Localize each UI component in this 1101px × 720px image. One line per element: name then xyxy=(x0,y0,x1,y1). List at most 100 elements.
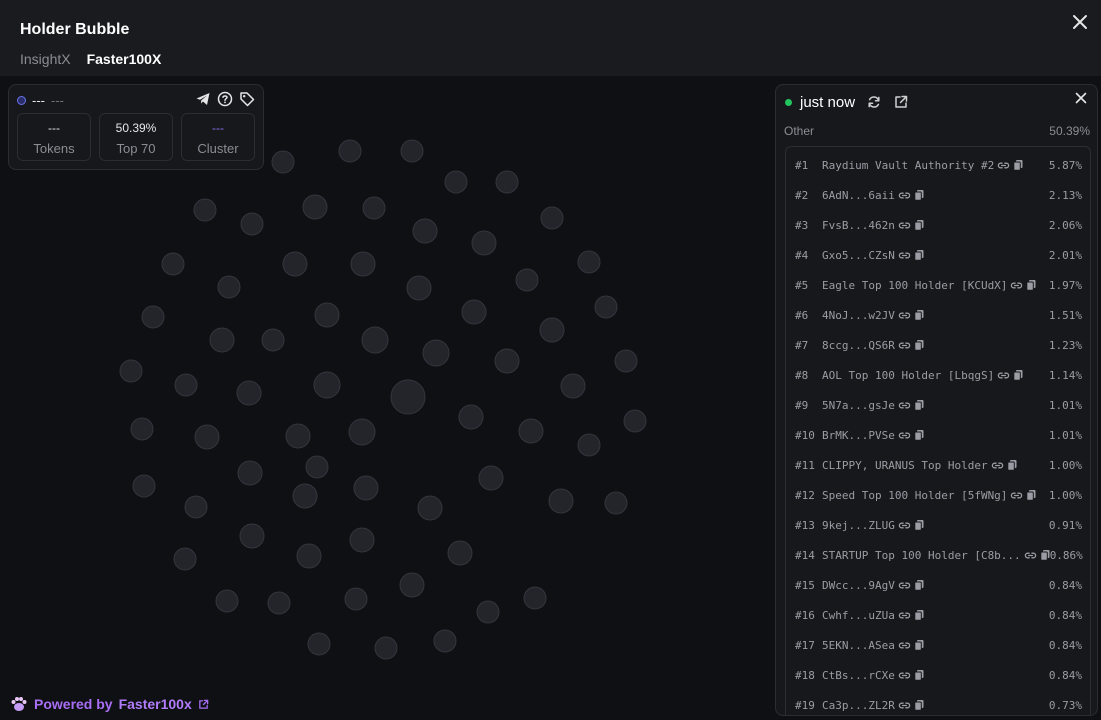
holder-bubble[interactable] xyxy=(271,150,295,174)
copy-icon[interactable] xyxy=(914,339,924,351)
holder-bubble[interactable] xyxy=(194,424,220,450)
holder-row[interactable]: #3 FvsB...462n 2.06% xyxy=(786,215,1090,235)
holder-row[interactable]: #5 Eagle Top 100 Holder [KCUdX] 1.97% xyxy=(786,275,1090,295)
holder-bubble[interactable] xyxy=(141,305,165,329)
holder-bubble[interactable] xyxy=(130,417,154,441)
holder-bubble[interactable] xyxy=(267,591,291,615)
holder-bubble[interactable] xyxy=(217,275,241,299)
link-icon[interactable] xyxy=(898,189,911,202)
holder-bubble[interactable] xyxy=(132,474,156,498)
holder-bubble[interactable] xyxy=(362,196,386,220)
holder-bubble[interactable] xyxy=(119,359,143,383)
holder-bubble[interactable] xyxy=(412,218,438,244)
holder-bubble[interactable] xyxy=(444,170,468,194)
holder-bubble[interactable] xyxy=(476,600,500,624)
tab-faster100x[interactable]: Faster100X xyxy=(87,51,162,67)
holder-row[interactable]: #9 5N7a...gsJe 1.01% xyxy=(786,395,1090,415)
holder-bubble[interactable] xyxy=(353,475,379,501)
holder-bubble[interactable] xyxy=(390,379,426,415)
holder-bubble[interactable] xyxy=(623,409,647,433)
holder-bubble[interactable] xyxy=(239,523,265,549)
holder-bubble[interactable] xyxy=(515,268,539,292)
holder-bubble[interactable] xyxy=(314,302,340,328)
copy-icon[interactable] xyxy=(1013,159,1023,171)
link-icon[interactable] xyxy=(898,579,911,592)
holder-bubble[interactable] xyxy=(282,251,308,277)
holder-bubble[interactable] xyxy=(173,547,197,571)
holder-bubble[interactable] xyxy=(518,418,544,444)
holder-bubble[interactable] xyxy=(305,455,329,479)
holder-row[interactable]: #8 AOL Top 100 Holder [LbqgS] 1.14% xyxy=(786,365,1090,385)
holder-bubble[interactable] xyxy=(285,423,311,449)
holder-list[interactable]: #1 Raydium Vault Authority #2 5.87% #2 6AdN.… xyxy=(785,146,1091,715)
powered-by[interactable]: Powered by Faster100x xyxy=(10,696,209,712)
holder-bubble[interactable] xyxy=(292,483,318,509)
holder-row[interactable]: #7 8ccg...QS6R 1.23% xyxy=(786,335,1090,355)
copy-icon[interactable] xyxy=(914,249,924,261)
holder-bubble[interactable] xyxy=(184,495,208,519)
link-icon[interactable] xyxy=(898,339,911,352)
holder-bubble[interactable] xyxy=(236,380,262,406)
copy-icon[interactable] xyxy=(1026,489,1036,501)
holder-bubble[interactable] xyxy=(447,540,473,566)
copy-icon[interactable] xyxy=(914,579,924,591)
link-icon[interactable] xyxy=(898,519,911,532)
holder-row[interactable]: #16 Cwhf...uZUa 0.84% xyxy=(786,605,1090,625)
holder-bubble[interactable] xyxy=(478,465,504,491)
holder-bubble[interactable] xyxy=(161,252,185,276)
holder-bubble[interactable] xyxy=(406,275,432,301)
holder-bubble[interactable] xyxy=(577,250,601,274)
holder-bubble[interactable] xyxy=(193,198,217,222)
holder-bubble[interactable] xyxy=(209,327,235,353)
copy-icon[interactable] xyxy=(914,669,924,681)
link-icon[interactable] xyxy=(898,309,911,322)
holder-bubble[interactable] xyxy=(433,629,457,653)
copy-icon[interactable] xyxy=(914,519,924,531)
link-icon[interactable] xyxy=(898,699,911,712)
holder-row[interactable]: #17 5EKN...ASea 0.84% xyxy=(786,635,1090,655)
link-icon[interactable] xyxy=(991,459,1004,472)
link-icon[interactable] xyxy=(1024,549,1037,562)
holder-bubble[interactable] xyxy=(174,373,198,397)
holder-bubble[interactable] xyxy=(237,460,263,486)
holder-bubble[interactable] xyxy=(577,433,601,457)
holder-bubble[interactable] xyxy=(614,349,638,373)
holder-bubble[interactable] xyxy=(399,572,425,598)
holder-bubble[interactable] xyxy=(540,206,564,230)
help-icon[interactable] xyxy=(217,91,233,107)
holder-bubble[interactable] xyxy=(361,326,389,354)
copy-icon[interactable] xyxy=(1013,369,1023,381)
tab-insightx[interactable]: InsightX xyxy=(20,51,71,67)
link-icon[interactable] xyxy=(898,249,911,262)
holder-bubble[interactable] xyxy=(604,491,628,515)
copy-icon[interactable] xyxy=(914,429,924,441)
holder-bubble[interactable] xyxy=(560,373,586,399)
holder-row[interactable]: #11 CLIPPY, URANUS Top Holder 1.00% xyxy=(786,455,1090,475)
link-icon[interactable] xyxy=(1010,489,1023,502)
holder-row[interactable]: #2 6AdN...6aii 2.13% xyxy=(786,185,1090,205)
holder-bubble[interactable] xyxy=(471,230,497,256)
link-icon[interactable] xyxy=(898,669,911,682)
telegram-icon[interactable] xyxy=(195,91,211,107)
holder-row[interactable]: #12 Speed Top 100 Holder [5fWNg] 1.00% xyxy=(786,485,1090,505)
holder-row[interactable]: #4 Gxo5...CZsN 2.01% xyxy=(786,245,1090,265)
holder-bubble[interactable] xyxy=(461,299,487,325)
holder-row[interactable]: #14 STARTUP Top 100 Holder [C8b... 0.86% xyxy=(786,545,1090,565)
copy-icon[interactable] xyxy=(914,189,924,201)
external-link-small-icon[interactable] xyxy=(198,699,209,710)
link-icon[interactable] xyxy=(1010,279,1023,292)
holder-bubble[interactable] xyxy=(458,404,484,430)
holder-bubble[interactable] xyxy=(422,339,450,367)
holder-bubble[interactable] xyxy=(417,495,443,521)
holder-bubble[interactable] xyxy=(594,295,618,319)
link-icon[interactable] xyxy=(898,639,911,652)
holder-bubble[interactable] xyxy=(302,194,328,220)
holder-bubble[interactable] xyxy=(296,543,322,569)
holder-bubble[interactable] xyxy=(400,139,424,163)
holder-row[interactable]: #10 BrMK...PVSe 1.01% xyxy=(786,425,1090,445)
holder-row[interactable]: #13 9kej...ZLUG 0.91% xyxy=(786,515,1090,535)
holder-bubble[interactable] xyxy=(307,632,331,656)
holder-bubble[interactable] xyxy=(548,488,574,514)
holder-bubble[interactable] xyxy=(338,139,362,163)
copy-icon[interactable] xyxy=(914,399,924,411)
